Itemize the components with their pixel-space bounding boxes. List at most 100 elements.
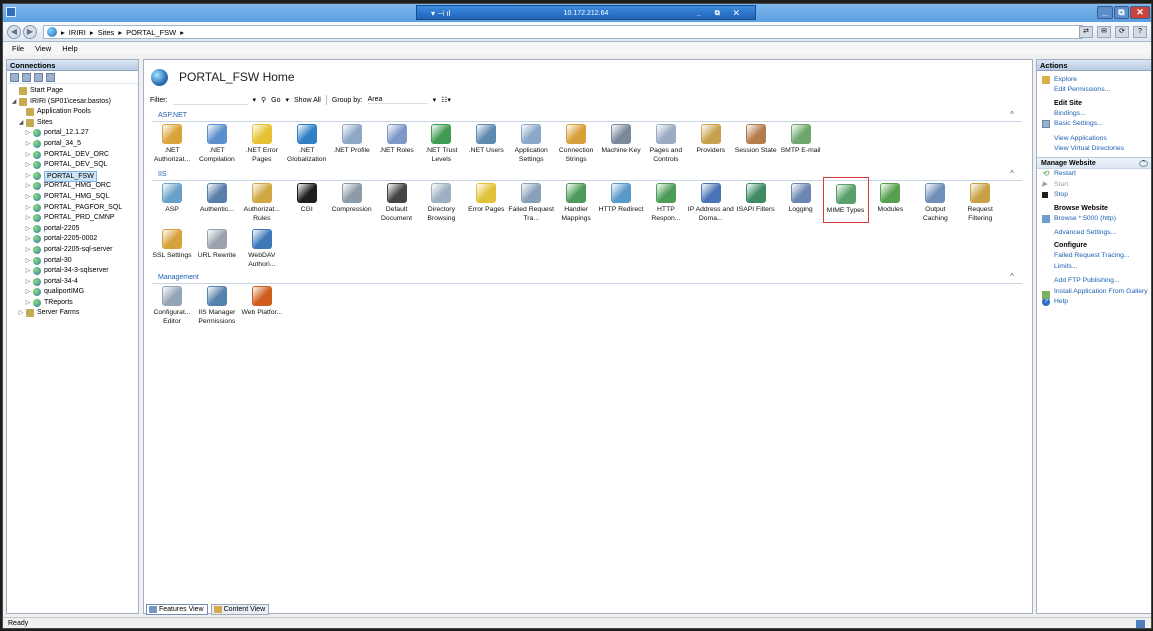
feature-authorizat-rules[interactable]: Authorizat... Rules xyxy=(239,183,285,223)
tree-node[interactable]: ▷ PORTAL_HMG_SQL xyxy=(7,192,138,203)
feature-authentic[interactable]: Authentic... xyxy=(194,183,240,215)
tree-node[interactable]: ▷ PORTAL_HMG_ORC xyxy=(7,181,138,192)
refresh-icon[interactable]: ⟳ xyxy=(1115,26,1129,38)
help-icon[interactable]: ? xyxy=(1133,26,1147,38)
connect-icon[interactable] xyxy=(10,73,19,82)
feature-net-users[interactable]: .NET Users xyxy=(463,124,509,156)
feature-application-settings[interactable]: Application Settings xyxy=(508,124,554,164)
feature-url-rewrite[interactable]: URL Rewrite xyxy=(194,229,240,261)
action-install-from-gallery[interactable]: Install Application From Gallery xyxy=(1037,287,1151,299)
expander-icon[interactable]: ◢ xyxy=(11,97,17,108)
expander-icon[interactable]: ◢ xyxy=(18,118,24,129)
feature-machine-key[interactable]: Machine Key xyxy=(598,124,644,156)
breadcrumb-site[interactable]: PORTAL_FSW xyxy=(126,28,176,37)
tab-features-view[interactable]: Features View xyxy=(146,604,208,615)
group-header[interactable]: IIS ^ xyxy=(152,169,1022,181)
action-bindings[interactable]: Bindings... xyxy=(1037,109,1151,119)
collapse-icon[interactable]: ^ xyxy=(1010,110,1014,119)
tree-node[interactable]: ▷ portal-34-4 xyxy=(7,277,138,288)
tree-node[interactable]: ◢ Sites xyxy=(7,118,138,129)
action-failed-request-tracing[interactable]: Failed Request Tracing... xyxy=(1037,251,1151,261)
tree-node[interactable]: ▷ portal_12.1.27 xyxy=(7,128,138,139)
up-icon[interactable] xyxy=(34,73,43,82)
expander-icon[interactable]: ▷ xyxy=(25,181,31,192)
go-icon[interactable]: ⚲ xyxy=(261,96,266,104)
group-header[interactable]: ASP.NET ^ xyxy=(152,110,1022,122)
expander-icon[interactable]: ▷ xyxy=(25,234,31,245)
action-add-ftp-publishing[interactable]: Add FTP Publishing... xyxy=(1037,276,1151,286)
back-button[interactable]: ◀ xyxy=(7,25,21,39)
minimize-button[interactable]: _ xyxy=(1097,6,1113,19)
save-icon[interactable] xyxy=(22,73,31,82)
feature-net-compilation[interactable]: .NET Compilation xyxy=(194,124,240,164)
collapse-icon[interactable]: ^ xyxy=(1139,160,1148,168)
expander-icon[interactable]: ▷ xyxy=(25,203,31,214)
filter-input[interactable] xyxy=(172,95,248,105)
expander-icon[interactable]: ▷ xyxy=(25,213,31,224)
go-dropdown-icon[interactable]: ▾ xyxy=(286,96,290,104)
expander-icon[interactable]: ▷ xyxy=(25,266,31,277)
feature-net-roles[interactable]: .NET Roles xyxy=(374,124,420,156)
feature-compression[interactable]: Compression xyxy=(329,183,375,215)
view-mode-icon[interactable]: ☷▾ xyxy=(441,96,451,104)
group-by-select[interactable]: Area xyxy=(367,96,428,104)
feature-providers[interactable]: Providers xyxy=(688,124,734,156)
feature-error-pages[interactable]: Error Pages xyxy=(463,183,509,215)
filter-dropdown-icon[interactable]: ▾ xyxy=(253,96,257,104)
tree-node[interactable]: ▷ portal-2205-0002 xyxy=(7,234,138,245)
feature-iis-manager-permissions[interactable]: IIS Manager Permissions xyxy=(194,286,240,326)
feature-http-redirect[interactable]: HTTP Redirect xyxy=(598,183,644,215)
expander-icon[interactable]: ▷ xyxy=(25,287,31,298)
tree-node[interactable]: ▷ portal_34_5 xyxy=(7,139,138,150)
feature-webdav-authori[interactable]: WebDAV Authori... xyxy=(239,229,285,269)
feature-http-respon[interactable]: HTTP Respon... xyxy=(643,183,689,223)
feature-logging[interactable]: Logging xyxy=(778,183,824,215)
tree-node[interactable]: Application Pools xyxy=(7,107,138,118)
close-button[interactable]: ✕ xyxy=(1130,6,1150,19)
feature-ip-address-and-doma[interactable]: IP Address and Doma... xyxy=(688,183,734,223)
expander-icon[interactable]: ▷ xyxy=(25,192,31,203)
action-explore[interactable]: Explore xyxy=(1037,75,1151,85)
feature-net-profile[interactable]: .NET Profile xyxy=(329,124,375,156)
action-edit-permissions[interactable]: Edit Permissions... xyxy=(1037,85,1151,95)
feature-smtp-e-mail[interactable]: SMTP E-mail xyxy=(778,124,824,156)
expander-icon[interactable]: ▷ xyxy=(18,308,24,319)
feature-modules[interactable]: Modules xyxy=(867,183,913,215)
mail-icon[interactable]: ✉ xyxy=(1097,26,1111,38)
tree-node[interactable]: ▷ PORTAL_PRD_CMNP xyxy=(7,213,138,224)
action-stop[interactable]: Stop xyxy=(1037,190,1151,200)
action-help[interactable]: ? Help xyxy=(1037,297,1151,307)
feature-session-state[interactable]: Session State xyxy=(733,124,779,156)
network-icon[interactable]: ⇄ xyxy=(1079,26,1093,38)
tab-content-view[interactable]: Content View xyxy=(210,604,270,615)
feature-connection-strings[interactable]: Connection Strings xyxy=(553,124,599,164)
remote-desktop-bar[interactable]: ▾ ⊣ ıl 10.172.212.64 _ ⧉ ✕ xyxy=(416,5,756,20)
action-advanced-settings[interactable]: Advanced Settings... xyxy=(1037,228,1151,238)
feature-handler-mappings[interactable]: Handler Mappings xyxy=(553,183,599,223)
tree-node[interactable]: ▷ Server Farms xyxy=(7,308,138,319)
action-restart[interactable]: ⟲ Restart xyxy=(1037,169,1151,179)
breadcrumb-sites[interactable]: Sites xyxy=(98,28,115,37)
expander-icon[interactable]: ▷ xyxy=(25,256,31,267)
feature-request-filtering[interactable]: Request Filtering xyxy=(957,183,1003,223)
action-basic-settings[interactable]: Basic Settings... xyxy=(1037,119,1151,129)
collapse-icon[interactable]: ^ xyxy=(1010,272,1014,281)
feature-asp[interactable]: ASP xyxy=(149,183,195,215)
action-view-virtual-directories[interactable]: View Virtual Directories xyxy=(1037,144,1151,154)
expander-icon[interactable]: ▷ xyxy=(25,128,31,139)
expander-icon[interactable]: ▷ xyxy=(25,224,31,235)
expander-icon[interactable]: ▷ xyxy=(25,298,31,309)
feature-output-caching[interactable]: Output Caching xyxy=(912,183,958,223)
feature-default-document[interactable]: Default Document xyxy=(374,183,420,223)
feature-net-authorizat[interactable]: .NET Authorizat... xyxy=(149,124,195,164)
breadcrumb[interactable]: ▸ IRIRI ▸ Sites ▸ PORTAL_FSW ▸ xyxy=(43,25,1083,39)
feature-cgi[interactable]: CGI xyxy=(284,183,330,215)
tree-node[interactable]: ▷ PORTAL_FSW xyxy=(7,170,138,182)
forward-button[interactable]: ▶ xyxy=(23,25,37,39)
feature-directory-browsing[interactable]: Directory Browsing xyxy=(418,183,464,223)
go-button[interactable]: Go xyxy=(271,97,280,104)
tree-node[interactable]: ▷ qualiportIMG xyxy=(7,287,138,298)
expander-icon[interactable]: ▷ xyxy=(25,277,31,288)
tree-node[interactable]: ▷ PORTAL_DEV_ORC xyxy=(7,150,138,161)
menu-view[interactable]: View xyxy=(35,42,51,55)
